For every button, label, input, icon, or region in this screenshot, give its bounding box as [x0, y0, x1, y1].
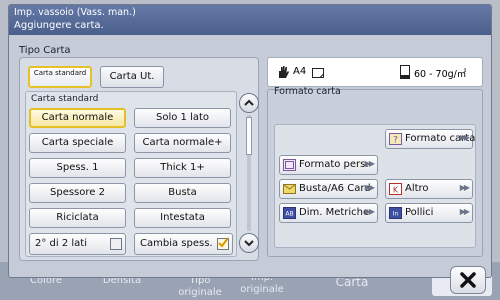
dialog-title-bar: Imp. vassoio (Vass. man.) Aggiungere car…	[9, 5, 491, 35]
svg-text:In: In	[393, 211, 399, 218]
paper-weight-value: 60 - 70g/㎡	[414, 69, 467, 80]
paper-thick1plus-button[interactable]: Thick 1+	[134, 158, 231, 178]
other-format-button[interactable]: K Altro ▶▶	[385, 179, 473, 199]
chevron-up-icon	[244, 99, 254, 106]
paper-recycled-button[interactable]: Riciclata	[29, 208, 126, 228]
paper-normal-button[interactable]: Carta normale	[29, 108, 126, 128]
custom-format-button-label: Formato pers.	[299, 159, 369, 170]
paper-size-value: A4	[293, 66, 307, 77]
dialog-message: Aggiungere carta.	[14, 20, 104, 31]
close-button[interactable]	[450, 266, 486, 294]
paper-format-button[interactable]: ? Formato carta ▶▶	[385, 129, 475, 149]
scroll-up-button[interactable]	[239, 93, 259, 113]
second-side-checkbox[interactable]	[110, 238, 122, 250]
scroll-down-button[interactable]	[239, 233, 259, 253]
paper-orientation-icon	[312, 68, 324, 78]
custom-format-button[interactable]: Formato pers. ▶▶	[279, 155, 378, 175]
paper-status-bar: A4 60 - 70g/㎡	[267, 57, 483, 87]
paper-letterhead-button[interactable]: Intestata	[134, 208, 231, 228]
paper-thick1-button[interactable]: Spess. 1	[29, 158, 126, 178]
standard-paper-group-label: Carta standard	[31, 94, 99, 104]
checkmark-icon	[218, 237, 229, 248]
paper-stack-icon	[400, 65, 410, 79]
scroll-thumb[interactable]	[246, 117, 252, 155]
paper-format-group: ? Formato carta ▶▶ Formato pers. ▶▶ Bust…	[274, 124, 476, 248]
double-chevron-icon: ▶▶	[364, 159, 375, 168]
envelope-card-button[interactable]: Busta/A6 Card ▶▶	[279, 179, 378, 199]
envelope-icon	[283, 184, 296, 194]
metric-size-button-label: Dim. Metriche	[299, 207, 370, 218]
other-format-button-label: Altro	[405, 183, 429, 194]
inch-size-icon: In	[389, 207, 402, 219]
svg-text:K: K	[393, 186, 399, 195]
change-thickness-checkbox[interactable]	[217, 237, 229, 250]
paper-list-scrollbar[interactable]	[239, 93, 259, 253]
inch-size-button[interactable]: In Pollici ▶▶	[385, 203, 473, 223]
inch-size-button-label: Pollici	[405, 207, 434, 218]
metric-size-icon: AB	[283, 207, 296, 219]
paper-type-label: Tipo Carta	[19, 45, 71, 56]
change-thickness-option[interactable]: Cambia spess.	[134, 233, 233, 255]
paper-normal-plus-button[interactable]: Carta normale+	[134, 133, 231, 153]
standard-paper-group: Carta standard Carta normale Solo 1 lato…	[25, 91, 237, 257]
double-chevron-icon: ▶▶	[459, 183, 470, 192]
paper-format-panel: Formato carta ? Formato carta ▶▶ Formato…	[267, 86, 483, 257]
tab-user-paper[interactable]: Carta Ut.	[100, 66, 164, 88]
hand-icon	[279, 66, 289, 78]
paper-special-button[interactable]: Carta speciale	[29, 133, 126, 153]
paper-thick2-button[interactable]: Spessore 2	[29, 183, 126, 203]
svg-text:?: ?	[393, 136, 398, 146]
double-chevron-icon: ▶▶	[459, 207, 470, 216]
other-format-icon: K	[389, 183, 402, 195]
dialog-title: Imp. vassoio (Vass. man.)	[14, 7, 136, 18]
paper-format-label: Formato carta	[274, 86, 341, 97]
paper-envelope-button[interactable]: Busta	[134, 183, 231, 203]
svg-text:AB: AB	[285, 211, 293, 218]
paper-single-side-button[interactable]: Solo 1 lato	[134, 108, 231, 128]
tray-settings-dialog: Imp. vassoio (Vass. man.) Aggiungere car…	[8, 4, 492, 278]
tab-standard-paper[interactable]: Carta standard	[28, 66, 92, 88]
paper-format-icon: ?	[389, 133, 402, 145]
double-chevron-icon: ▶▶	[364, 207, 375, 216]
chevron-down-icon	[244, 240, 254, 247]
double-chevron-icon: ▶▶	[459, 133, 470, 142]
second-side-option[interactable]: 2° di 2 lati	[29, 233, 126, 255]
second-side-label: 2° di 2 lati	[35, 238, 87, 249]
change-thickness-label: Cambia spess.	[140, 238, 213, 249]
close-icon	[460, 272, 476, 288]
double-chevron-icon: ▶▶	[364, 183, 375, 192]
envelope-card-button-label: Busta/A6 Card	[299, 183, 371, 194]
paper-type-panel: Carta standard Carta Ut. Carta standard …	[19, 57, 259, 261]
metric-size-button[interactable]: AB Dim. Metriche ▶▶	[279, 203, 378, 223]
custom-format-icon	[283, 159, 296, 171]
